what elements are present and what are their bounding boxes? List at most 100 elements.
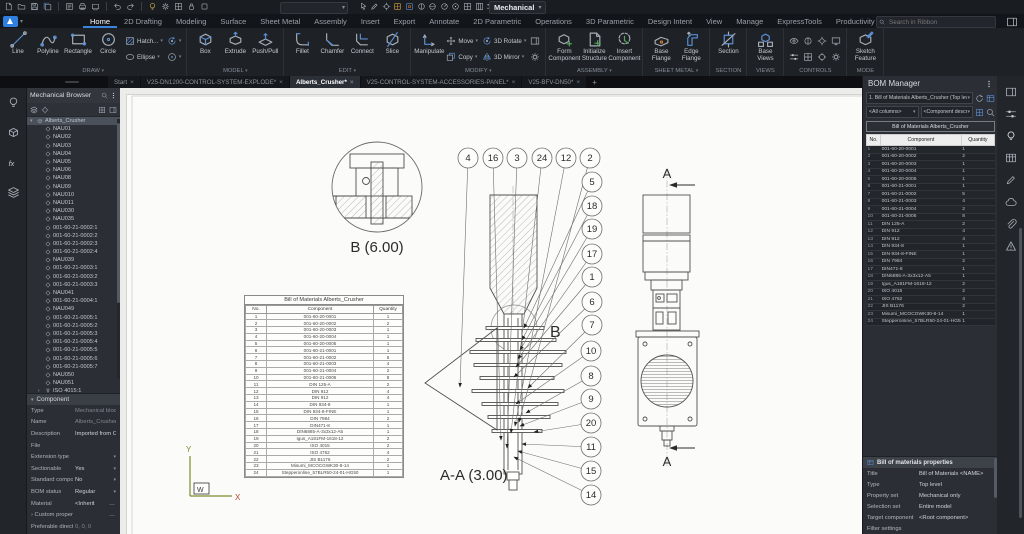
tree-item[interactable]: 001-60-21-0002:4 <box>27 248 120 256</box>
close-icon[interactable]: × <box>279 79 283 86</box>
bom-property-filter-settings[interactable]: Filter settings <box>863 523 998 534</box>
doc-tab-alberts-crusher[interactable]: Alberts_Crusher* × <box>289 76 361 88</box>
bom-manager-row[interactable]: 4 001-60-20-0004 1 <box>866 168 995 176</box>
tree-item[interactable]: NAU06 <box>27 166 120 174</box>
property-row-extension-type[interactable]: Extension type ▾ <box>27 451 120 463</box>
ribbon-tab-modeling[interactable]: Modeling <box>169 15 213 28</box>
small-tool-button[interactable]: ▾ <box>167 52 181 62</box>
profile-dropdown[interactable]: ▾ <box>280 2 348 14</box>
bom-manager-row[interactable]: 22 JIS B1176 2 <box>866 303 995 311</box>
small-tool-button[interactable] <box>831 36 841 46</box>
bom-manager-row[interactable]: 9 001-60-21-0004 2 <box>866 205 995 214</box>
tree-item[interactable]: NAU039 <box>27 256 120 264</box>
bom-manager-row[interactable]: 21 ISO 4762 4 <box>866 295 995 304</box>
button-copy[interactable]: Copy ▾ <box>446 52 478 62</box>
tree-item[interactable]: 001-60-21-0003:2 <box>27 273 120 281</box>
button-base-flange[interactable]: Base Flange <box>646 30 676 68</box>
redo-button[interactable] <box>126 2 135 11</box>
ribbon-tab-expresstools[interactable]: ExpressTools <box>770 15 829 28</box>
component-button[interactable] <box>41 106 49 114</box>
fx-panel-button[interactable]: fx <box>7 156 20 169</box>
bulb-button[interactable] <box>148 2 157 11</box>
ribbon-tab-surface[interactable]: Surface <box>213 15 253 28</box>
bom-col-no[interactable]: No. <box>865 134 882 146</box>
ribbon-tab-assembly[interactable]: Assembly <box>307 15 354 28</box>
cube-panel-button[interactable] <box>7 126 20 139</box>
tree-item[interactable]: NAU051 <box>27 379 120 387</box>
bulb-panel-button[interactable] <box>1005 130 1017 142</box>
small-tool-button[interactable] <box>803 36 813 46</box>
new-tab-button[interactable]: + <box>587 76 602 88</box>
button-rectangle[interactable]: Rectangle <box>63 30 93 68</box>
bom-manager-row[interactable]: 7 001-60-21-0002 5 <box>866 190 995 199</box>
tree-item[interactable]: 001-60-21-0002:3 <box>27 240 120 248</box>
tree-item[interactable]: NAU02 <box>27 133 120 141</box>
small-tool-button[interactable] <box>831 52 841 62</box>
button-connect[interactable]: Connect <box>347 30 377 68</box>
bom-manager-row[interactable]: 16 DIN 7984 2 <box>866 258 995 266</box>
ribbon-tab-2d-parametric[interactable]: 2D Parametric <box>466 15 528 28</box>
bom-manager-row[interactable]: 18 DIN6885-A-3x3x12-A5 1 <box>866 273 995 281</box>
tree-item[interactable]: 001-60-21-0005:1 <box>27 314 120 322</box>
property-row-description[interactable]: Description Imported from C:\Us <box>27 428 120 440</box>
ribbon-tab-productivity[interactable]: Productivity <box>829 15 882 28</box>
button-polyline[interactable]: Polyline <box>33 30 63 68</box>
ribbon-search[interactable] <box>876 16 996 28</box>
grid-toggle[interactable] <box>463 2 472 11</box>
columns-filter-select[interactable]: <All columns> ▾ <box>866 106 919 118</box>
layers-panel-button[interactable] <box>7 186 20 199</box>
grid-button[interactable] <box>174 2 183 11</box>
right-scrollbar[interactable] <box>1019 228 1022 518</box>
ribbon-search-input[interactable] <box>887 17 991 27</box>
printer-button[interactable] <box>78 2 87 11</box>
property-row-preferable-direction[interactable]: Preferable direction0, 0, 0 <box>27 521 120 533</box>
warning-panel-button[interactable] <box>1005 240 1017 252</box>
tree-item[interactable]: NAU08 <box>27 174 120 182</box>
bom-col-quantity[interactable]: Quantity <box>960 134 996 146</box>
tree-item[interactable]: NAU041 <box>27 289 120 297</box>
tree-item[interactable]: NAU050 <box>27 371 120 379</box>
more-button[interactable]: … <box>109 501 116 507</box>
tree-item[interactable]: NAU049 <box>27 305 120 313</box>
button-slice[interactable]: Slice <box>377 30 407 68</box>
circle-dyn-toggle[interactable] <box>451 2 460 11</box>
property-row-custom-properties[interactable]: › Custom properties… <box>27 509 120 521</box>
doc-tab-v25-dn1200-control-system-explode[interactable]: V25-DN1200-CONTROL-SYSTEM-EXPLODE* × <box>140 76 290 88</box>
button-line[interactable]: Line <box>3 30 33 68</box>
button-3d-rotate[interactable]: 3D Rotate ▾ <box>482 36 526 46</box>
bom-manager-row[interactable]: 6 001-60-21-0001 1 <box>866 183 995 191</box>
bom-manager-row[interactable]: 3 001-60-20-0003 1 <box>866 160 995 169</box>
new-file-button[interactable] <box>4 2 13 11</box>
bulb-panel-button[interactable] <box>7 96 20 109</box>
pencil-toggle[interactable] <box>370 2 379 11</box>
property-row-name[interactable]: Name Alberts_Crusher <box>27 417 120 429</box>
ribbon-tab-export[interactable]: Export <box>387 15 423 28</box>
ribbon-tab-sheet-metal[interactable]: Sheet Metal <box>253 15 307 28</box>
button-edge-flange[interactable]: Edge Flange <box>676 30 706 68</box>
property-row-material[interactable]: Material <Inherit… <box>27 498 120 510</box>
tree-item[interactable]: NAU011 <box>27 199 120 207</box>
property-row-type[interactable]: Type Mechanical block <box>27 405 120 417</box>
ribbon-tab-3d-parametric[interactable]: 3D Parametric <box>579 15 641 28</box>
tree-item[interactable]: NAU030 <box>27 207 120 215</box>
button-extrude[interactable]: Extrude <box>220 30 250 68</box>
button-manipulate[interactable]: Manipulate <box>414 30 445 68</box>
bom-property-selection-set[interactable]: Selection set Entire model <box>863 501 998 512</box>
pencil-panel-button[interactable] <box>1005 174 1017 186</box>
property-row-sectionable[interactable]: Sectionable Yes ▾ <box>27 463 120 475</box>
ribbon-panel-button[interactable] <box>1006 16 1018 27</box>
bom-manager-row[interactable]: 1 001-60-20-0001 1 <box>866 145 995 154</box>
more-button[interactable]: … <box>109 512 116 518</box>
small-tool-button[interactable] <box>803 52 813 62</box>
bom-manager-row[interactable]: 19 Igus_A181FM-1618-12 2 <box>866 280 995 289</box>
tree-item[interactable]: NAU09 <box>27 183 120 191</box>
small-tool-button[interactable] <box>789 52 799 62</box>
grid-icon[interactable] <box>975 108 984 117</box>
button-section[interactable]: Section <box>713 30 743 68</box>
button-box[interactable]: Box <box>190 30 220 68</box>
circle-polar-toggle[interactable] <box>440 2 449 11</box>
bom-properties-header[interactable]: Bill of materials properties <box>863 457 998 468</box>
tree-item[interactable]: 001-60-21-0005:7 <box>27 363 120 371</box>
description-filter-select[interactable]: <Component description> ▾ <box>920 106 973 118</box>
tree-item[interactable]: NAU01 <box>27 125 120 133</box>
